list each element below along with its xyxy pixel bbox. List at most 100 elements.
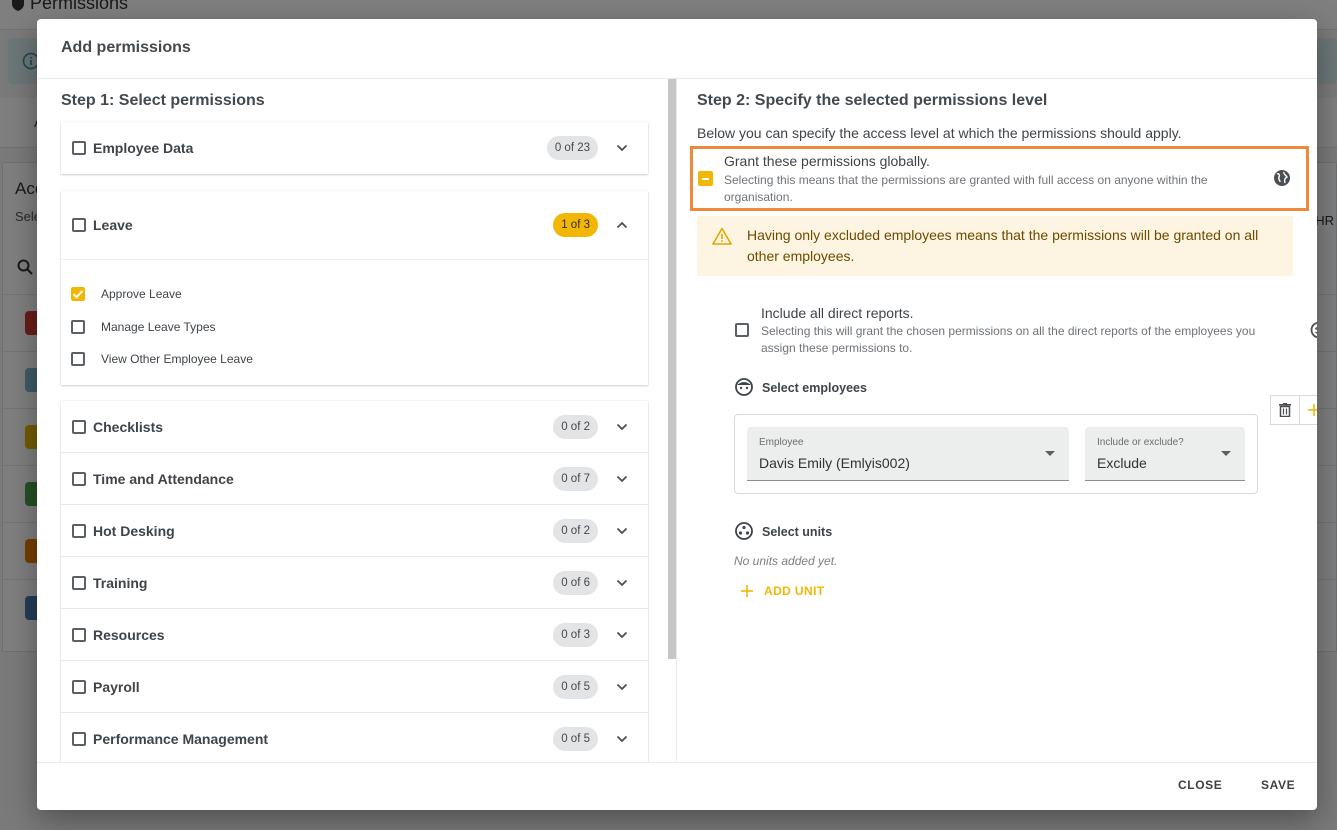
plus-icon [741, 585, 753, 597]
add-unit-label: ADD UNIT [764, 584, 825, 598]
save-button[interactable]: SAVE [1261, 778, 1295, 792]
checkbox[interactable] [71, 352, 85, 366]
category-checkbox[interactable] [72, 576, 86, 590]
check-icon [72, 290, 84, 299]
category-label: Checklists [93, 419, 164, 435]
field-label: Include or exclude? [1097, 437, 1184, 448]
category-checkbox[interactable] [72, 218, 86, 232]
count-badge: 1 of 3 [553, 213, 598, 237]
face-icon [735, 378, 753, 396]
category-row[interactable]: Performance Management 0 of 5 [61, 713, 648, 762]
count-badge: 0 of 7 [553, 467, 598, 491]
permission-label: Approve Leave [101, 287, 182, 301]
global-option-description: Selecting this means that the permission… [724, 173, 1208, 204]
category-label: Employee Data [93, 140, 194, 156]
add-unit-button[interactable]: ADD UNIT [740, 579, 825, 603]
category-row[interactable]: Employee Data 0 of 23 [61, 122, 648, 174]
chevron-down-icon[interactable] [616, 525, 628, 537]
delete-button[interactable] [1270, 395, 1300, 425]
permission-label: Manage Leave Types [101, 320, 216, 334]
category-row[interactable]: Payroll 0 of 5 [61, 661, 648, 713]
chevron-down-icon[interactable] [616, 733, 628, 745]
no-units-text: No units added yet. [734, 554, 838, 568]
dropdown-arrow-icon [1045, 451, 1055, 456]
dialog-header: Add permissions [37, 19, 1317, 79]
category-row[interactable]: Leave 1 of 3 [61, 191, 648, 259]
employee-selection-card: Employee Davis Emily (Emlyis002) Include… [734, 414, 1258, 494]
category-checkbox[interactable] [72, 141, 86, 155]
warning-icon [712, 227, 732, 245]
field-value: Davis Emily (Emlyis002) [759, 455, 910, 471]
globe-icon [1274, 170, 1290, 186]
count-badge: 0 of 5 [553, 727, 598, 751]
field-label: Employee [759, 437, 804, 448]
count-badge: 0 of 2 [553, 519, 598, 543]
category-checkbox[interactable] [72, 420, 86, 434]
add-permissions-dialog: Add permissions Step 1: Select permissio… [37, 19, 1317, 810]
category-label: Training [93, 575, 148, 591]
category-label: Payroll [93, 679, 140, 695]
count-badge: 0 of 2 [553, 415, 598, 439]
warning-text: Having only excluded employees means tha… [747, 227, 1259, 264]
dialog-footer: CLOSE SAVE [37, 762, 1317, 810]
count-badge: 0 of 6 [553, 571, 598, 595]
chevron-down-icon[interactable] [616, 142, 628, 154]
field-value: Exclude [1097, 455, 1147, 471]
global-option-title: Grant these permissions globally. [724, 153, 930, 169]
step1-column[interactable]: Step 1: Select permissions Employee Data… [37, 79, 668, 762]
category-row[interactable]: Time and Attendance 0 of 7 [61, 453, 648, 505]
chevron-down-icon[interactable] [616, 577, 628, 589]
chevron-down-icon[interactable] [616, 421, 628, 433]
category-panel-employee-data: Employee Data 0 of 23 [61, 122, 648, 174]
chevron-down-icon[interactable] [616, 629, 628, 641]
leave-permissions-list: Approve Leave Manage Leave Types View Ot… [61, 259, 648, 385]
units-icon [735, 522, 753, 540]
step1-title: Step 1: Select permissions [61, 92, 265, 109]
step2-column: Step 2: Specify the selected permissions… [677, 79, 1317, 762]
global-checkbox-indeterminate[interactable] [698, 171, 713, 186]
category-checkbox[interactable] [72, 680, 86, 694]
close-button[interactable]: CLOSE [1178, 778, 1222, 792]
direct-reports-checkbox[interactable] [735, 323, 749, 337]
dropdown-arrow-icon [1221, 451, 1231, 456]
step2-title: Step 2: Specify the selected permissions… [697, 92, 1048, 109]
category-label: Performance Management [93, 731, 269, 747]
count-badge: 0 of 5 [553, 675, 598, 699]
permission-label: View Other Employee Leave [101, 352, 253, 366]
category-row[interactable]: Resources 0 of 3 [61, 609, 648, 661]
category-label: Leave [93, 217, 133, 233]
chevron-down-icon[interactable] [616, 473, 628, 485]
face-settings-icon [1310, 321, 1317, 339]
category-checkbox[interactable] [72, 472, 86, 486]
category-checkbox[interactable] [72, 628, 86, 642]
include-exclude-select[interactable]: Include or exclude? Exclude [1085, 427, 1245, 481]
category-row[interactable]: Checklists 0 of 2 [61, 401, 648, 453]
category-row[interactable]: Training 0 of 6 [61, 557, 648, 609]
scrollbar[interactable] [668, 79, 676, 659]
category-label: Hot Desking [93, 523, 175, 539]
category-checkbox[interactable] [72, 732, 86, 746]
checkbox[interactable] [71, 320, 85, 334]
category-checkbox[interactable] [72, 524, 86, 538]
category-list: Checklists 0 of 2 Time and Attendance 0 … [61, 401, 648, 762]
step2-intro: Below you can specify the access level a… [697, 125, 1182, 141]
chevron-up-icon[interactable] [616, 219, 628, 231]
exclusion-warning: Having only excluded employees means tha… [697, 216, 1293, 276]
add-employee-button[interactable] [1299, 395, 1317, 425]
category-label: Resources [93, 627, 165, 643]
direct-reports-description: Selecting this will grant the chosen per… [761, 324, 1256, 355]
plus-icon [1308, 404, 1317, 416]
dialog-title: Add permissions [61, 39, 191, 56]
chevron-down-icon[interactable] [616, 681, 628, 693]
direct-reports-title: Include all direct reports. [761, 305, 914, 321]
count-badge: 0 of 23 [546, 136, 598, 160]
category-panel-leave: Leave 1 of 3 Approve Leave Manage Leave … [61, 191, 648, 385]
select-units-label: Select units [762, 525, 833, 539]
checkbox-checked[interactable] [71, 287, 85, 301]
category-row[interactable]: Hot Desking 0 of 2 [61, 505, 648, 557]
count-badge: 0 of 3 [553, 623, 598, 647]
select-employees-label: Select employees [762, 381, 867, 395]
trash-icon [1279, 403, 1291, 417]
employee-select[interactable]: Employee Davis Emily (Emlyis002) [747, 427, 1069, 481]
category-label: Time and Attendance [93, 471, 234, 487]
